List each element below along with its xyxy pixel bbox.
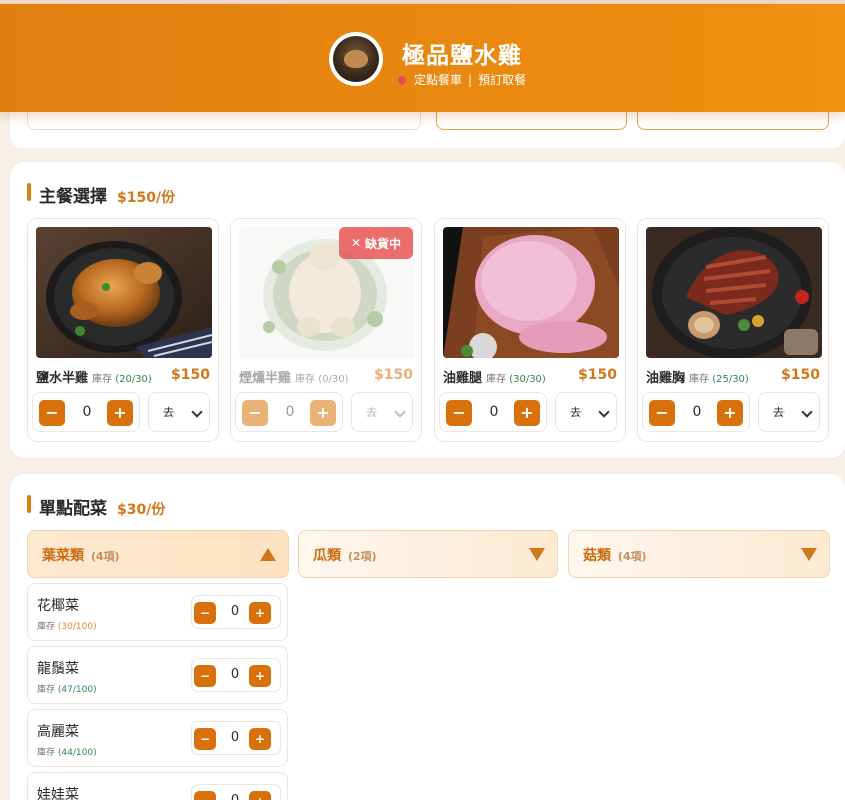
increase-button[interactable]: + (107, 400, 133, 426)
option-select[interactable]: 去骨 (351, 392, 413, 432)
product-name: 油雞胸 庫存 (25/30) (646, 371, 749, 386)
side-item-baby-cabbage: 娃娃菜 − 0 + (27, 772, 288, 800)
increase-button[interactable]: + (249, 791, 271, 800)
decrease-button[interactable]: − (194, 602, 216, 624)
side-dish-title: 單點配菜 $30/份 (27, 494, 165, 519)
increase-button[interactable]: + (514, 400, 540, 426)
product-price: $150 (578, 367, 617, 383)
increase-button[interactable]: + (249, 665, 271, 687)
category-name: 菇類 (4項) (583, 548, 647, 564)
product-price: $150 (374, 367, 413, 383)
chevron-down-icon (598, 406, 610, 418)
category-name: 瓜類 (2項) (313, 548, 377, 564)
option-value: 去骨 (163, 406, 175, 419)
category-melons[interactable]: 瓜類 (2項) (298, 530, 558, 578)
quantity-value[interactable]: 0 (222, 730, 248, 745)
brand-subtitle: 定點餐車 | 預訂取餐 (396, 71, 527, 88)
sold-out-badge: ✕ 缺貨中 (339, 227, 413, 259)
product-card-oil-chicken-breast[interactable]: 油雞胸庫存 (25/30) $150 − 0 + 去骨 (637, 218, 829, 442)
quantity-value[interactable]: 0 (71, 404, 103, 420)
product-image (443, 227, 619, 358)
product-name: 油雞腿 庫存 (30/30) (443, 371, 546, 386)
section-title-text: 單點配菜 (39, 499, 107, 519)
product-stock: 庫存 (25/30) (689, 374, 749, 385)
product-name: 煙燻半雞 庫存 (0/30) (239, 371, 349, 386)
item-name: 龍鬚菜 (37, 661, 79, 677)
product-name: 鹽水半雞 庫存 (20/30) (36, 371, 152, 386)
section-title-text: 主餐選擇 (39, 187, 107, 207)
product-image (646, 227, 822, 358)
item-name: 高麗菜 (37, 724, 79, 740)
option-value: 去骨 (570, 406, 582, 419)
item-name: 花椰菜 (37, 598, 79, 614)
chevron-down-icon (394, 406, 406, 418)
product-stock: 庫存 (20/30) (92, 374, 152, 385)
quantity-value[interactable]: 0 (222, 604, 248, 619)
decrease-button[interactable]: − (194, 728, 216, 750)
subtitle-order: 定點餐車 (414, 73, 463, 87)
decrease-button[interactable]: − (242, 400, 268, 426)
quantity-stepper: − 0 + (191, 595, 281, 629)
category-name: 葉菜類 (4項) (42, 548, 120, 564)
chevron-down-icon (801, 548, 817, 561)
chevron-down-icon (191, 406, 203, 418)
option-select[interactable]: 去骨 (555, 392, 617, 432)
increase-button[interactable]: + (717, 400, 743, 426)
main-course-title: 主餐選擇 $150/份 (27, 182, 175, 207)
product-image (36, 227, 212, 358)
item-stock: 庫存 (44/100) (37, 748, 97, 758)
item-name: 娃娃菜 (37, 787, 79, 800)
side-item-broccoli: 花椰菜 庫存 (30/100) − 0 + (27, 583, 288, 641)
quantity-value[interactable]: 0 (222, 667, 248, 682)
product-card-salted-chicken[interactable]: 鹽水半雞庫存 (20/30) $150 − 0 + 去骨 (27, 218, 219, 442)
option-value: 去骨 (366, 406, 378, 419)
option-select[interactable]: 去骨 (148, 392, 210, 432)
option-select[interactable]: 去骨 (758, 392, 820, 432)
quantity-stepper: − 0 + (191, 784, 281, 800)
product-card-oil-chicken-leg[interactable]: 油雞腿庫存 (30/30) $150 − 0 + 去骨 (434, 218, 626, 442)
quantity-stepper: − 0 + (235, 392, 343, 432)
decrease-button[interactable]: − (39, 400, 65, 426)
quantity-value[interactable]: 0 (478, 404, 510, 420)
item-stock: 庫存 (47/100) (37, 685, 97, 695)
chevron-down-icon (801, 406, 813, 418)
increase-button[interactable]: + (249, 728, 271, 750)
product-card-smoked-chicken[interactable]: ✕ 缺貨中 煙燻半雞庫存 (0/30) $150 − 0 + 去骨 (230, 218, 422, 442)
product-stock: 庫存 (0/30) (295, 374, 349, 385)
chevron-down-icon (529, 548, 545, 561)
section-price: $150/份 (117, 190, 176, 206)
section-price: $30/份 (117, 502, 166, 518)
category-leafy-greens[interactable]: 葉菜類 (4項) (27, 530, 289, 578)
quantity-stepper: − 0 + (642, 392, 750, 432)
brand-title: 極品鹽水雞 (402, 43, 522, 69)
subtitle-pickup: 預訂取餐 (478, 73, 527, 87)
option-value: 去骨 (773, 406, 785, 419)
decrease-button[interactable]: − (194, 791, 216, 800)
increase-button[interactable]: + (310, 400, 336, 426)
quantity-stepper: − 0 + (191, 658, 281, 692)
product-price: $150 (781, 367, 820, 383)
decrease-button[interactable]: − (194, 665, 216, 687)
quantity-stepper: − 0 + (191, 721, 281, 755)
side-item-chayote-shoots: 龍鬚菜 庫存 (47/100) − 0 + (27, 646, 288, 704)
top-header: 極品鹽水雞 定點餐車 | 預訂取餐 (0, 0, 845, 112)
close-icon: ✕ (350, 236, 362, 250)
side-item-cabbage: 高麗菜 庫存 (44/100) − 0 + (27, 709, 288, 767)
product-price: $150 (171, 367, 210, 383)
brand-avatar (329, 32, 383, 86)
quantity-value[interactable]: 0 (274, 404, 306, 420)
quantity-stepper: − 0 + (439, 392, 547, 432)
increase-button[interactable]: + (249, 602, 271, 624)
quantity-value[interactable]: 0 (222, 793, 248, 800)
chevron-up-icon (260, 548, 276, 561)
quantity-value[interactable]: 0 (681, 404, 713, 420)
decrease-button[interactable]: − (649, 400, 675, 426)
subtitle-separator: | (468, 72, 473, 87)
category-mushrooms[interactable]: 菇類 (4項) (568, 530, 830, 578)
item-stock: 庫存 (30/100) (37, 622, 97, 632)
product-stock: 庫存 (30/30) (486, 374, 546, 385)
decrease-button[interactable]: − (446, 400, 472, 426)
quantity-stepper: − 0 + (32, 392, 140, 432)
location-pin-icon (396, 73, 408, 86)
